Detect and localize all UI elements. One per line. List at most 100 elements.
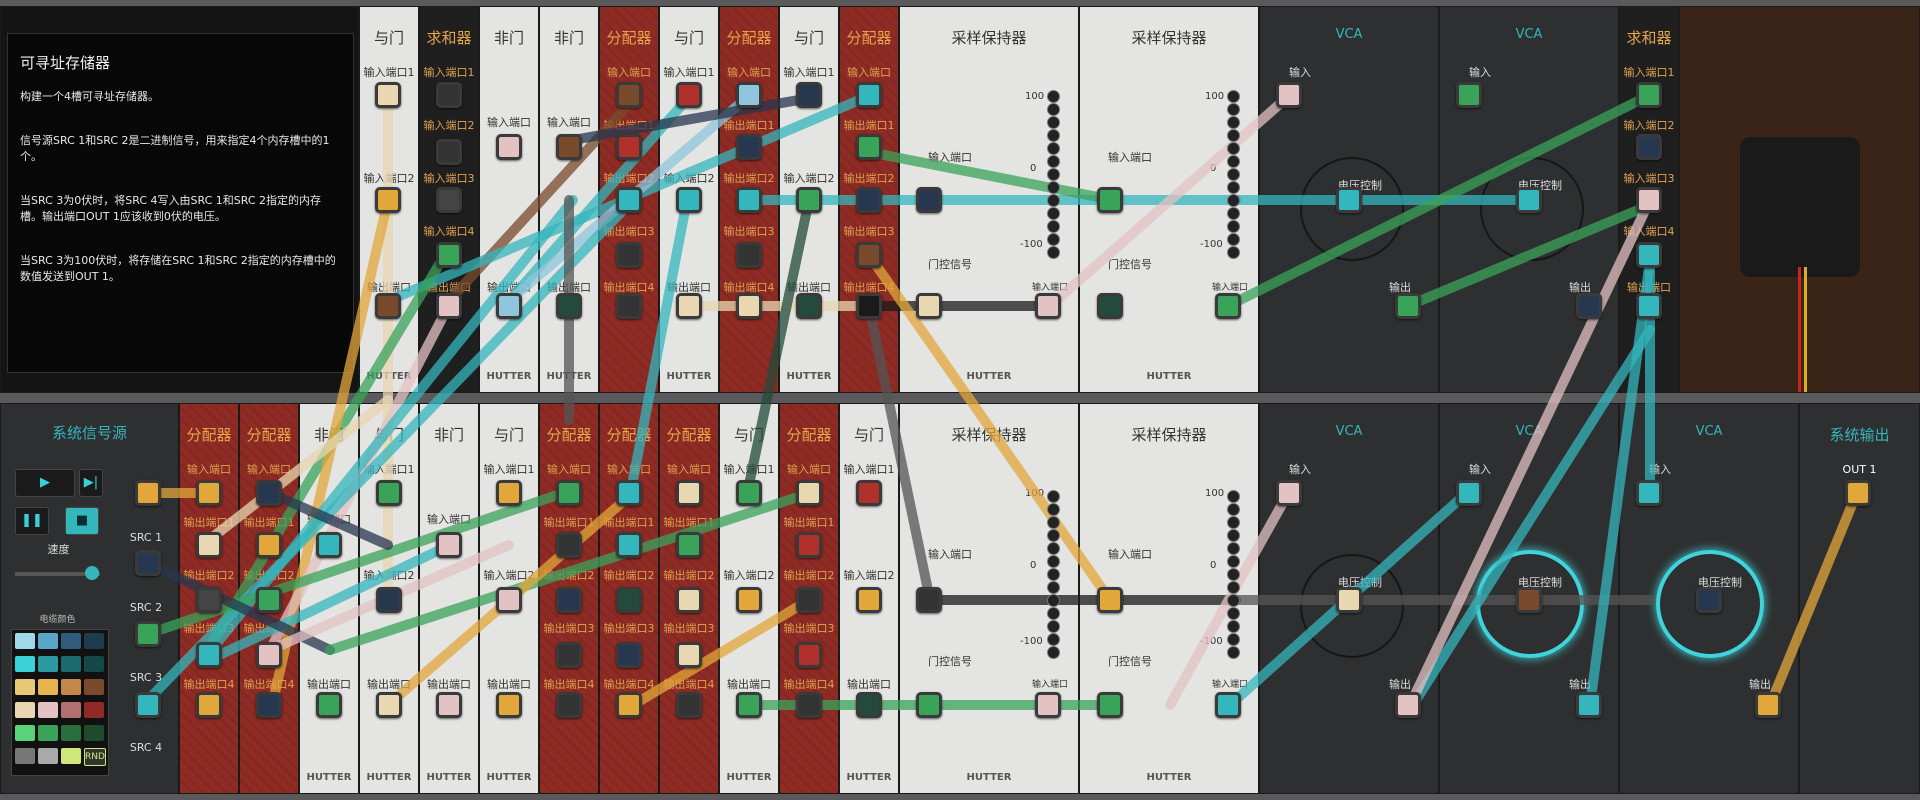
color-swatch[interactable] <box>61 702 81 718</box>
patch-jack[interactable] <box>1636 134 1662 160</box>
patch-jack[interactable] <box>256 532 282 558</box>
color-swatch[interactable] <box>38 702 58 718</box>
patch-jack[interactable] <box>436 82 462 108</box>
color-swatch[interactable] <box>15 748 35 764</box>
patch-jack[interactable] <box>616 82 642 108</box>
patch-jack[interactable] <box>1395 293 1421 319</box>
patch-jack[interactable] <box>1755 692 1781 718</box>
patch-jack[interactable] <box>316 532 342 558</box>
patch-jack[interactable] <box>1035 293 1061 319</box>
patch-jack[interactable] <box>856 293 882 319</box>
color-swatch[interactable] <box>15 679 35 695</box>
patch-jack[interactable] <box>796 187 822 213</box>
patch-jack[interactable] <box>496 293 522 319</box>
patch-jack[interactable] <box>196 532 222 558</box>
patch-jack[interactable] <box>1395 692 1421 718</box>
patch-jack[interactable] <box>556 692 582 718</box>
patch-jack[interactable] <box>1516 587 1542 613</box>
patch-jack[interactable] <box>556 293 582 319</box>
patch-jack[interactable] <box>676 480 702 506</box>
color-swatch[interactable] <box>61 748 81 764</box>
patch-jack[interactable] <box>1097 293 1123 319</box>
patch-jack[interactable] <box>676 587 702 613</box>
patch-jack[interactable] <box>796 642 822 668</box>
patch-jack[interactable] <box>796 293 822 319</box>
patch-jack[interactable] <box>676 293 702 319</box>
patch-jack[interactable] <box>1636 187 1662 213</box>
patch-jack[interactable] <box>1636 293 1662 319</box>
patch-jack[interactable] <box>376 480 402 506</box>
patch-jack[interactable] <box>1516 187 1542 213</box>
play-button[interactable]: ▶ <box>15 469 75 497</box>
patch-jack[interactable] <box>1035 692 1061 718</box>
patch-jack[interactable] <box>1636 480 1662 506</box>
color-swatch[interactable] <box>38 679 58 695</box>
not-gate-module[interactable]: 非门 输入端口 输出端口 HUTTER <box>479 6 539 393</box>
patch-jack[interactable] <box>736 82 762 108</box>
patch-jack[interactable] <box>856 187 882 213</box>
patch-jack[interactable] <box>796 532 822 558</box>
patch-jack[interactable] <box>436 139 462 165</box>
patch-jack[interactable] <box>135 480 161 506</box>
patch-jack[interactable] <box>1097 187 1123 213</box>
patch-jack[interactable] <box>376 692 402 718</box>
patch-jack[interactable] <box>796 480 822 506</box>
patch-jack[interactable] <box>556 134 582 160</box>
patch-jack[interactable] <box>256 692 282 718</box>
patch-jack[interactable] <box>676 82 702 108</box>
color-swatch[interactable] <box>15 702 35 718</box>
patch-jack[interactable] <box>1097 692 1123 718</box>
patch-jack[interactable] <box>1456 480 1482 506</box>
patch-jack[interactable] <box>496 587 522 613</box>
patch-jack[interactable] <box>196 692 222 718</box>
pause-button[interactable]: ❚❚ <box>15 507 49 535</box>
patch-jack[interactable] <box>135 550 161 576</box>
patch-jack[interactable] <box>736 187 762 213</box>
patch-jack[interactable] <box>1276 82 1302 108</box>
patch-jack[interactable] <box>856 480 882 506</box>
not-gate-module[interactable]: 非门 输入端口 输出端口 HUTTER <box>539 6 599 393</box>
patch-jack[interactable] <box>256 480 282 506</box>
patch-jack[interactable] <box>796 692 822 718</box>
patch-jack[interactable] <box>556 587 582 613</box>
speed-slider[interactable] <box>15 566 100 580</box>
patch-jack[interactable] <box>256 587 282 613</box>
color-swatch[interactable] <box>84 725 104 741</box>
patch-jack[interactable] <box>436 187 462 213</box>
patch-jack[interactable] <box>556 642 582 668</box>
color-swatch[interactable] <box>84 633 104 649</box>
patch-jack[interactable] <box>1576 692 1602 718</box>
patch-jack[interactable] <box>436 532 462 558</box>
color-swatch[interactable] <box>15 725 35 741</box>
patch-jack[interactable] <box>1276 480 1302 506</box>
patch-jack[interactable] <box>856 692 882 718</box>
patch-jack[interactable] <box>676 532 702 558</box>
patch-jack[interactable] <box>796 587 822 613</box>
color-swatch[interactable] <box>61 656 81 672</box>
patch-jack[interactable] <box>1215 692 1241 718</box>
color-swatch[interactable] <box>38 748 58 764</box>
patch-jack[interactable] <box>196 642 222 668</box>
patch-jack[interactable] <box>135 692 161 718</box>
color-swatch[interactable] <box>61 679 81 695</box>
patch-jack[interactable] <box>736 293 762 319</box>
patch-jack[interactable] <box>436 242 462 268</box>
patch-jack[interactable] <box>1636 242 1662 268</box>
patch-jack[interactable] <box>916 187 942 213</box>
patch-jack[interactable] <box>496 692 522 718</box>
patch-jack[interactable] <box>856 587 882 613</box>
patch-jack[interactable] <box>1336 587 1362 613</box>
patch-jack[interactable] <box>556 532 582 558</box>
patch-jack[interactable] <box>616 293 642 319</box>
patch-jack[interactable] <box>1696 587 1722 613</box>
patch-jack[interactable] <box>616 692 642 718</box>
random-color-button[interactable]: RND <box>84 748 106 766</box>
patch-jack[interactable] <box>676 642 702 668</box>
patch-jack[interactable] <box>316 692 342 718</box>
color-swatch[interactable] <box>84 702 104 718</box>
patch-jack[interactable] <box>375 82 401 108</box>
patch-jack[interactable] <box>796 82 822 108</box>
patch-jack[interactable] <box>856 242 882 268</box>
color-swatch[interactable] <box>38 725 58 741</box>
patch-jack[interactable] <box>496 134 522 160</box>
